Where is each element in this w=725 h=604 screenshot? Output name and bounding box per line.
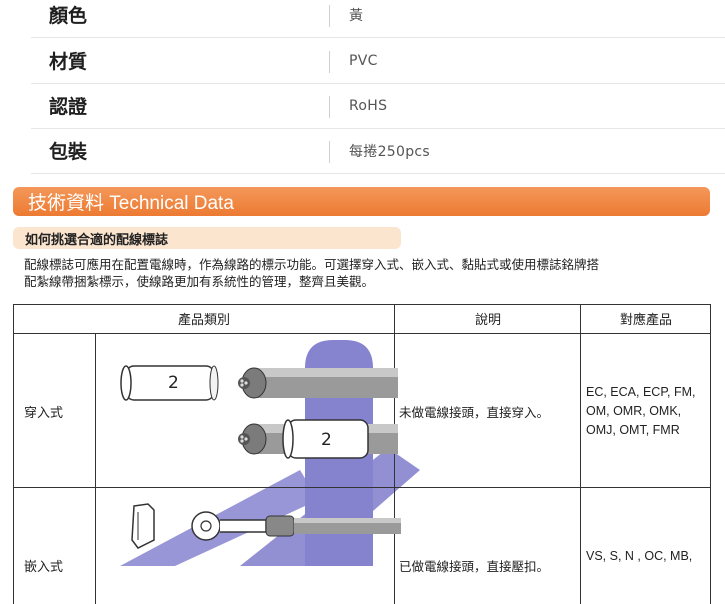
table-border	[13, 333, 711, 334]
header-description: 說明	[474, 313, 501, 328]
subsection-title: 如何挑選合適的配線標誌	[13, 227, 401, 249]
intro-line: 配紮線帶捆紮標示，使線路更加有系統性的管理，整齊且美觀。	[24, 274, 375, 289]
spec-row-packaging: 包裝 每捲250pcs	[31, 128, 725, 174]
section-title-banner: 技術資料 Technical Data	[13, 187, 710, 216]
divider	[329, 5, 330, 27]
divider	[329, 141, 330, 163]
header-category: 產品類別	[177, 313, 230, 328]
spec-label: 材質	[49, 51, 88, 73]
marker-number: 2	[168, 373, 179, 393]
spec-label: 認證	[49, 96, 88, 118]
row-products: VS, S, N , OC, MB,	[586, 547, 692, 566]
header-products: 對應產品	[619, 313, 672, 328]
product-line: VS, S, N , OC, MB,	[586, 549, 693, 563]
table-border	[580, 304, 581, 604]
table-border	[13, 304, 14, 604]
product-line: EC, ECA, ECP, FM,	[586, 385, 696, 399]
spec-value: PVC	[349, 52, 378, 69]
divider	[329, 96, 330, 118]
spec-label: 包裝	[49, 141, 88, 163]
table-border	[13, 487, 711, 488]
product-line: OMJ, OMT, FMR	[586, 423, 680, 437]
intro-line: 配線標誌可應用在配置電線時，作為線路的標示功能。可選擇穿入式、嵌入式、黏貼式或使…	[24, 257, 600, 272]
row-type-threaded: 穿入式	[24, 406, 64, 421]
spec-row-color: 顏色 黃	[31, 0, 725, 38]
spec-row-certification: 認證 RoHS	[31, 83, 725, 129]
divider	[329, 51, 330, 73]
table-border	[710, 304, 711, 604]
spec-row-material: 材質 PVC	[31, 38, 725, 84]
marker-number: 2	[321, 430, 332, 450]
table-border	[95, 333, 96, 604]
spec-value: RoHS	[349, 97, 388, 114]
row-products: EC, ECA, ECP, FM, OM, OMR, OMK, OMJ, OMT…	[586, 383, 696, 440]
product-line: OM, OMR, OMK,	[586, 404, 682, 418]
spec-value: 每捲250pcs	[349, 143, 430, 160]
clip-on-marker-illustration	[131, 503, 401, 549]
threaded-marker-illustration	[120, 365, 398, 459]
row-description: 未做電線接頭，直接穿入。	[399, 405, 550, 420]
intro-paragraph: 配線標誌可應用在配置電線時，作為線路的標示功能。可選擇穿入式、嵌入式、黏貼式或使…	[24, 256, 714, 290]
spec-label: 顏色	[49, 5, 88, 27]
spec-value: 黃	[349, 7, 364, 24]
